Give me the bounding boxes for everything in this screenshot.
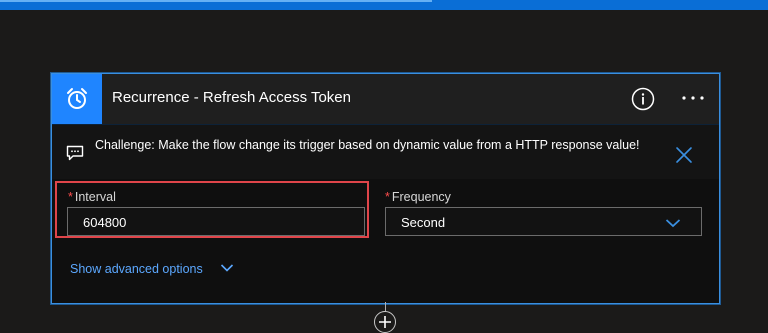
add-step-button[interactable]: [374, 311, 396, 333]
required-marker: *: [68, 190, 73, 204]
chevron-down-icon[interactable]: [220, 263, 234, 273]
interval-label-text: Interval: [74, 190, 116, 204]
interval-label: * Interval: [68, 190, 116, 204]
frequency-label: * Frequency: [385, 190, 451, 204]
alarm-clock-icon: [67, 88, 87, 109]
comment-icon: [66, 145, 84, 161]
frequency-label-text: Frequency: [391, 190, 451, 204]
top-banner-tab: [0, 0, 432, 2]
interval-input[interactable]: 604800: [67, 207, 365, 236]
plus-icon: [379, 316, 391, 328]
challenge-text: Challenge: Make the flow change its trig…: [95, 138, 640, 152]
card-header[interactable]: Recurrence - Refresh Access Token: [52, 74, 719, 125]
info-icon[interactable]: [631, 87, 655, 111]
required-marker: *: [385, 190, 390, 204]
frequency-value: Second: [401, 215, 446, 230]
chevron-down-icon: [665, 219, 681, 228]
card-title: Recurrence - Refresh Access Token: [112, 89, 351, 106]
close-icon[interactable]: [674, 145, 694, 165]
more-options-icon[interactable]: [678, 88, 708, 108]
show-advanced-options-link[interactable]: Show advanced options: [70, 262, 203, 276]
recurrence-action-card: Recurrence - Refresh Access Token Challe…: [51, 73, 720, 304]
trigger-icon-box: [52, 74, 102, 124]
challenge-banner: Challenge: Make the flow change its trig…: [52, 125, 719, 179]
frequency-select[interactable]: Second: [385, 207, 702, 236]
